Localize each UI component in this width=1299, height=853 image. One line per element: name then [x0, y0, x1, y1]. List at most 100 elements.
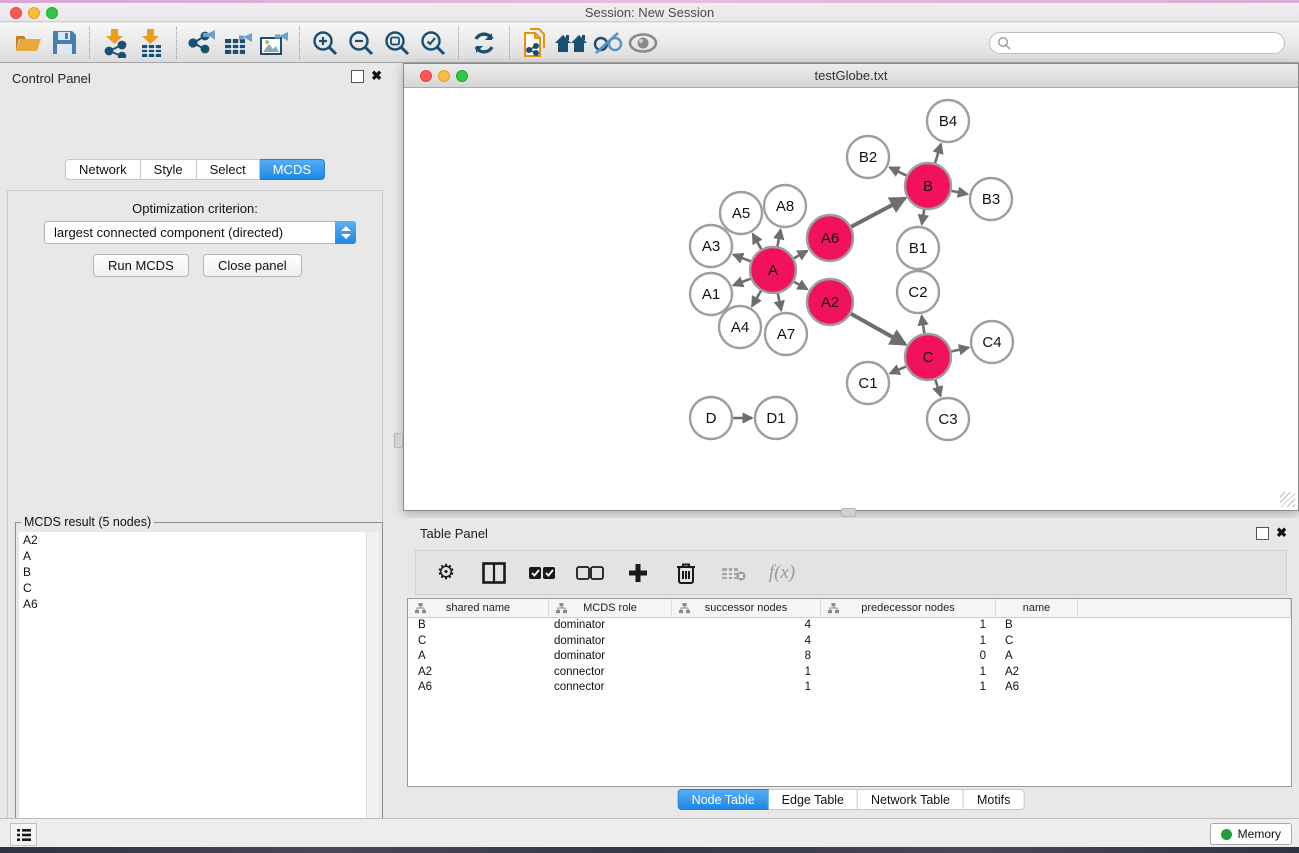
app-titlebar[interactable]: Session: New Session: [0, 3, 1299, 22]
graph-node-A8[interactable]: A8: [764, 185, 806, 227]
column-header-successor-nodes[interactable]: successor nodes: [672, 599, 821, 617]
toggle-columns-button[interactable]: [480, 558, 508, 588]
column-header-name[interactable]: name: [996, 599, 1078, 617]
result-list-scrollbar[interactable]: [367, 532, 379, 853]
network-view-window: testGlobe.txt A A1 A2 A3 A4 A5 A6 A7 A8 B B1 B2 B3 B4…: [403, 63, 1299, 511]
export-image-icon: [259, 29, 290, 57]
result-item[interactable]: A6: [19, 596, 366, 612]
graph-node-D1[interactable]: D1: [755, 397, 797, 439]
toolbar-separator: [458, 27, 459, 59]
memory-button[interactable]: Memory: [1210, 823, 1292, 845]
graph-node-B4[interactable]: B4: [927, 100, 969, 142]
column-header-predecessor-nodes[interactable]: predecessor nodes: [821, 599, 996, 617]
run-mcds-button[interactable]: Run MCDS: [93, 254, 189, 277]
table-row[interactable]: A2connector11A2: [408, 665, 1291, 681]
graph-node-A6[interactable]: A6: [807, 215, 853, 261]
search-input[interactable]: [989, 32, 1285, 54]
export-table-button[interactable]: [220, 26, 256, 60]
graph-node-C1[interactable]: C1: [847, 362, 889, 404]
float-panel-icon[interactable]: [351, 70, 364, 83]
graph-node-B1[interactable]: B1: [897, 227, 939, 269]
graph-node-C4[interactable]: C4: [971, 321, 1013, 363]
network-window-titlebar[interactable]: testGlobe.txt: [404, 64, 1298, 88]
zoom-out-button[interactable]: [343, 26, 379, 60]
graph-node-A4[interactable]: A4: [719, 306, 761, 348]
hierarchy-icon: [415, 603, 426, 614]
graph-node-B3[interactable]: B3: [970, 178, 1012, 220]
graph-node-A7[interactable]: A7: [765, 313, 807, 355]
delete-table-button[interactable]: [720, 558, 748, 588]
zoom-in-button[interactable]: [307, 26, 343, 60]
svg-text:C: C: [923, 349, 934, 366]
svg-text:B4: B4: [939, 113, 957, 130]
edge-A6-B: [851, 198, 905, 227]
graph-node-C2[interactable]: C2: [897, 271, 939, 313]
refresh-layout-button[interactable]: [466, 26, 502, 60]
column-header-MCDS-role[interactable]: MCDS role: [549, 599, 672, 617]
graph-node-A[interactable]: A: [750, 247, 796, 293]
svg-text:A1: A1: [702, 286, 720, 303]
task-history-button[interactable]: [10, 823, 37, 846]
edge-C-C3: [935, 380, 940, 396]
graph-node-C[interactable]: C: [905, 334, 951, 380]
table-row[interactable]: Adominator80A: [408, 649, 1291, 665]
tab-node-table[interactable]: Node Table: [678, 789, 769, 810]
tab-edge-table[interactable]: Edge Table: [769, 789, 858, 810]
table-cell: dominator: [549, 618, 672, 634]
horizontal-splitter-handle[interactable]: [841, 508, 856, 517]
control-panel-title: Control Panel: [12, 71, 91, 86]
export-table-icon: [223, 29, 254, 57]
result-item[interactable]: C: [19, 580, 366, 596]
tab-network[interactable]: Network: [65, 159, 141, 180]
column-header-shared-name[interactable]: shared name: [408, 599, 549, 617]
result-item[interactable]: A2: [19, 532, 366, 548]
table-row[interactable]: A6connector11A6: [408, 680, 1291, 696]
criterion-dropdown[interactable]: largest connected component (directed): [44, 221, 356, 244]
graph-node-B2[interactable]: B2: [847, 136, 889, 178]
table-row[interactable]: Cdominator41C: [408, 634, 1291, 650]
graph-node-C3[interactable]: C3: [927, 398, 969, 440]
tab-select[interactable]: Select: [197, 159, 260, 180]
import-table-button[interactable]: [133, 26, 169, 60]
double-home-button[interactable]: [553, 26, 589, 60]
table-row[interactable]: Bdominator41B: [408, 618, 1291, 634]
graph-node-A3[interactable]: A3: [690, 225, 732, 267]
vertical-splitter-handle[interactable]: [394, 433, 403, 448]
table-close-panel-icon[interactable]: ✖: [1276, 525, 1287, 541]
copy-network-document-button[interactable]: [517, 26, 553, 60]
tab-style[interactable]: Style: [141, 159, 197, 180]
import-network-button[interactable]: [97, 26, 133, 60]
zoom-selected-button[interactable]: [415, 26, 451, 60]
add-row-button[interactable]: [624, 558, 652, 588]
export-network-button[interactable]: [184, 26, 220, 60]
save-session-button[interactable]: [46, 26, 82, 60]
svg-text:A7: A7: [777, 326, 795, 343]
eye-show-button[interactable]: [625, 26, 661, 60]
zoom-fit-button[interactable]: [379, 26, 415, 60]
window-resize-grip[interactable]: [1280, 492, 1295, 507]
network-canvas[interactable]: A A1 A2 A3 A4 A5 A6 A7 A8 B B1 B2 B3 B4 C C1 C2 C3C4 D D1: [405, 89, 1298, 515]
table-settings-button[interactable]: ⚙: [432, 558, 460, 588]
select-all-button[interactable]: [528, 558, 556, 588]
graph-node-A5[interactable]: A5: [720, 192, 762, 234]
clear-all-button[interactable]: [576, 558, 604, 588]
tab-network-table[interactable]: Network Table: [858, 789, 964, 810]
gear-icon: ⚙: [437, 562, 456, 583]
delete-rows-button[interactable]: [672, 558, 700, 588]
graph-node-B[interactable]: B: [905, 163, 951, 209]
export-image-button[interactable]: [256, 26, 292, 60]
tab-mcds[interactable]: MCDS: [260, 159, 325, 180]
result-item[interactable]: A: [19, 548, 366, 564]
zoom-selected-icon: [419, 29, 447, 57]
function-builder-button[interactable]: f(x): [768, 558, 796, 588]
close-panel-button[interactable]: Close panel: [203, 254, 302, 277]
result-item[interactable]: B: [19, 564, 366, 580]
open-session-button[interactable]: [10, 26, 46, 60]
graph-node-D[interactable]: D: [690, 397, 732, 439]
graph-node-A1[interactable]: A1: [690, 273, 732, 315]
table-float-panel-icon[interactable]: [1256, 527, 1269, 540]
glasses-hide-button[interactable]: [589, 26, 625, 60]
tab-motifs[interactable]: Motifs: [964, 789, 1024, 810]
graph-node-A2[interactable]: A2: [807, 279, 853, 325]
close-panel-icon[interactable]: ✖: [371, 68, 382, 84]
